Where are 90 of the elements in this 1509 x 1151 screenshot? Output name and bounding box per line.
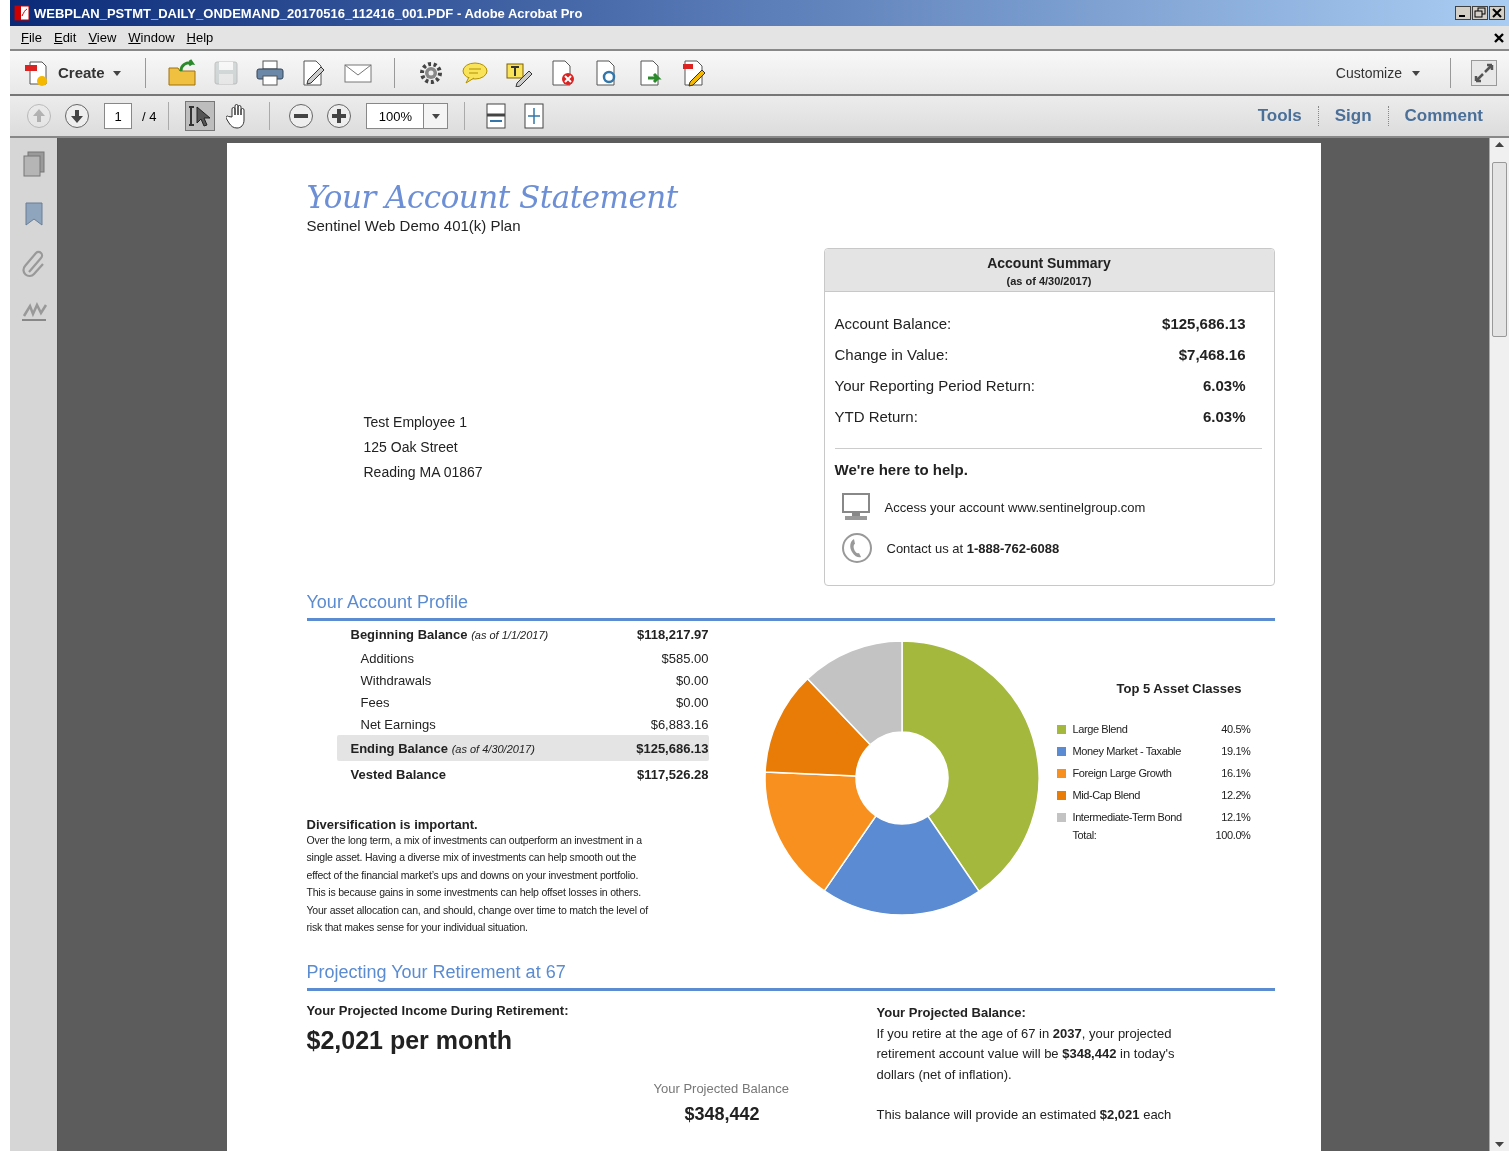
balance-label: Fees: [360, 694, 390, 710]
menu-item[interactable]: Edit: [47, 28, 83, 47]
legend-label: Mid-Cap Blend: [1072, 789, 1142, 801]
summary-label: Account Balance:: [834, 315, 952, 332]
balance-value: $0.00: [675, 672, 709, 688]
chart-title: Top 5 Asset Classes: [1116, 681, 1243, 696]
plan-name: Sentinel Web Demo 401(k) Plan: [306, 217, 521, 234]
menu-item[interactable]: View: [82, 28, 123, 47]
window-title: WEBPLAN_PSTMT_DAILY_ONDEMAND_20170516_112416_001.PDF - Adobe Acrobat Pro: [34, 5, 584, 21]
summary-label: Change in Value:: [834, 346, 949, 363]
document-star-icon: [22, 58, 50, 87]
projection-text: If you retire at the age of 67 in 2037, your projected retirement account value will be $348,442 in today's dollars (net of inflation).: [876, 1024, 1176, 1084]
balance-value: $118,217.97: [636, 626, 709, 642]
balance-caption: Your Projected Balance: [653, 1081, 789, 1097]
section-heading: Projecting Your Retirement at 67: [306, 962, 566, 984]
expand-icon[interactable]: [1471, 59, 1497, 86]
menu-item[interactable]: Help: [180, 28, 220, 47]
task-pane-tab[interactable]: Comment: [1387, 106, 1499, 126]
balance-amount: $348,442: [684, 1104, 760, 1126]
balance-value: $117,526.28: [636, 766, 709, 782]
income-amount: $2,021 per month: [306, 1026, 513, 1056]
scrollbar-thumb[interactable]: [1492, 162, 1507, 337]
balance-label: Vested Balance: [350, 766, 446, 782]
summary-label: YTD Return:: [834, 408, 918, 425]
page-count: / 4: [142, 108, 157, 124]
summary-value: 6.03%: [1202, 377, 1246, 394]
legend-label: Intermediate-Term Bond: [1072, 811, 1183, 823]
address-line: Reading MA 01867: [363, 463, 483, 482]
section-heading: Your Account Profile: [306, 592, 468, 613]
pdf-file-icon: [14, 5, 30, 21]
customize-button[interactable]: Customize: [1335, 64, 1420, 81]
monitor-icon: [840, 492, 871, 522]
diversification-heading: Diversification is important.: [306, 817, 478, 832]
contact-text: Contact us at 1-888-762-6088: [886, 540, 1060, 556]
task-pane-tab[interactable]: Tools: [1241, 106, 1318, 126]
summary-title: Account Summary: [987, 255, 1111, 271]
total-label: Total:: [1072, 829, 1098, 841]
projection-heading: Your Projected Balance:: [876, 1004, 1026, 1023]
zoom-in-icon[interactable]: [326, 103, 353, 129]
fit-page-icon[interactable]: [523, 103, 546, 129]
balance-label: Beginning Balance (as of 1/1/2017): [350, 626, 549, 642]
dropdown-caret-icon[interactable]: [431, 113, 440, 119]
cursor-icon: [188, 104, 213, 128]
menu-item[interactable]: File: [15, 28, 48, 47]
balance-value: $585.00: [661, 650, 709, 666]
close-document-icon[interactable]: [1494, 32, 1504, 43]
income-label: Your Projected Income During Retirement:: [306, 1003, 569, 1019]
legend-value: 40.5%: [1220, 723, 1251, 735]
legend-value: 12.2%: [1220, 789, 1251, 801]
select-tool[interactable]: [185, 101, 216, 131]
task-pane-tab[interactable]: Sign: [1317, 106, 1388, 126]
folder-arrow-icon[interactable]: [166, 58, 197, 87]
balance-label: Net Earnings: [360, 716, 436, 732]
legend-value: 12.1%: [1220, 811, 1251, 823]
summary-value: 6.03%: [1202, 408, 1246, 425]
legend-label: Foreign Large Growth: [1072, 767, 1173, 779]
legend-value: 19.1%: [1220, 745, 1251, 757]
balance-label: Ending Balance (as of 4/30/2017): [350, 740, 535, 756]
balance-value: $125,686.13: [636, 740, 709, 756]
contact-text: Access your account www.sentinelgroup.com: [884, 499, 1146, 515]
minimize-icon[interactable]: [1455, 6, 1471, 20]
summary-value: $7,468.16: [1178, 346, 1246, 363]
menu-item[interactable]: Window: [122, 28, 181, 47]
statement-title: Your Account Statement: [306, 179, 678, 215]
balance-label: Withdrawals: [360, 672, 432, 688]
balance-label: Additions: [360, 650, 414, 666]
zoom-out-icon[interactable]: [288, 103, 315, 129]
address-line: 125 Oak Street: [363, 438, 458, 457]
legend-value: 16.1%: [1220, 767, 1251, 779]
create-button[interactable]: Create: [22, 58, 131, 87]
page-number-field[interactable]: 1: [104, 103, 132, 129]
phone-icon: [840, 532, 873, 564]
close-icon[interactable]: [1489, 6, 1505, 20]
balance-value: $0.00: [675, 694, 709, 710]
summary-date: (as of 4/30/2017): [1006, 275, 1092, 287]
address-line: Test Employee 1: [363, 413, 467, 432]
fit-width-icon[interactable]: [485, 103, 508, 129]
diversification-text: Over the long term, a mix of investments can outperform an investment in a single asset. Having a diverse mix of investments can help smooth out the effect of the financial market’s ups and downs on your investment portfolio. This is because gains in some investments can help offset losses in others. Your asset allocation can, and should, change over time to match the level of risk that makes sense for your individual situation.: [306, 833, 649, 936]
printer-icon[interactable]: [254, 58, 285, 87]
restore-icon[interactable]: [1472, 6, 1488, 20]
legend-label: Large Blend: [1072, 723, 1129, 735]
total-value: 100.0%: [1214, 829, 1251, 841]
balance-value: $6,883.16: [650, 716, 709, 732]
summary-value: $125,686.13: [1162, 315, 1246, 332]
help-heading: We're here to help.: [834, 461, 968, 478]
projection-text: This balance will provide an estimated $2,021 each: [876, 1106, 1173, 1125]
paperclip-icon[interactable]: [20, 250, 47, 278]
summary-label: Your Reporting Period Return:: [834, 377, 1035, 394]
zoom-field[interactable]: 100%: [366, 103, 425, 129]
legend-label: Money Market - Taxable: [1072, 745, 1182, 757]
